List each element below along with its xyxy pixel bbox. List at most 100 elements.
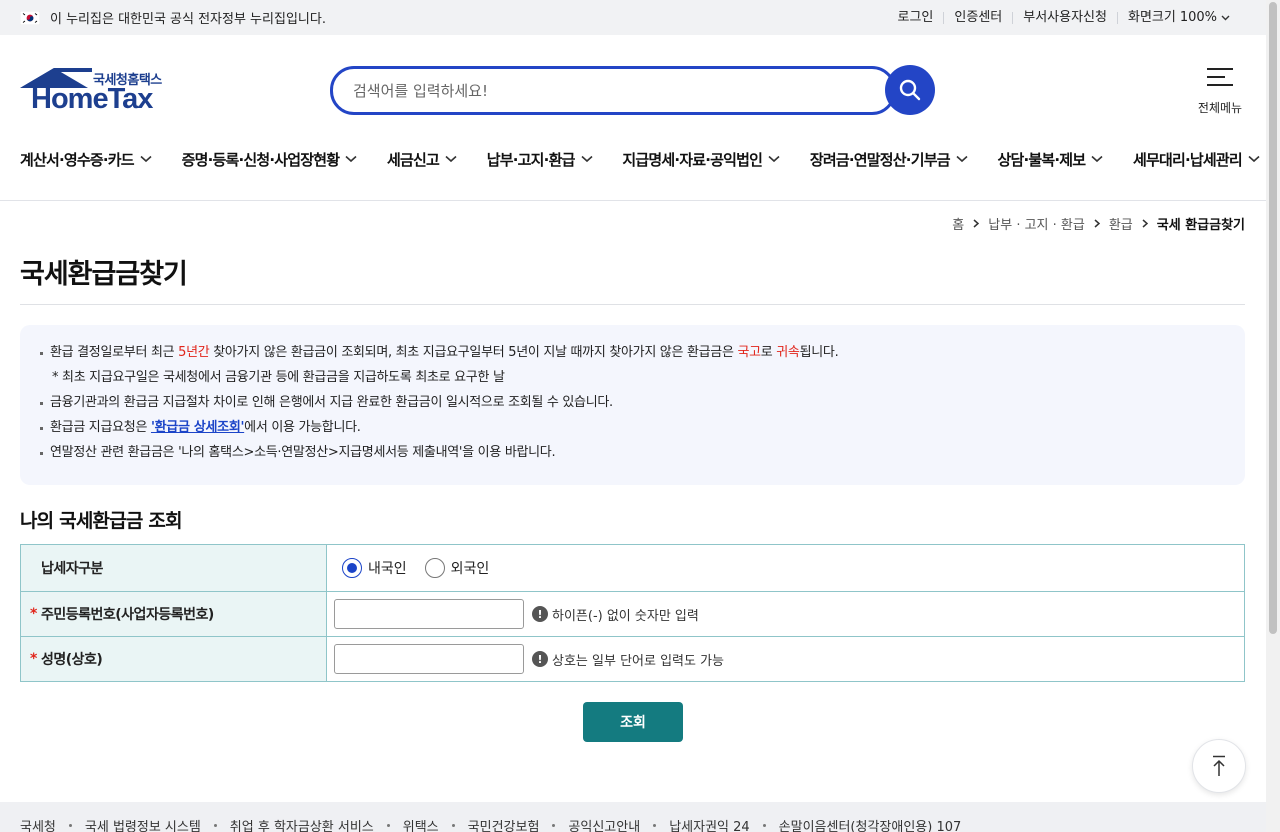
refund-search-form: 납세자구분 내국인 외국인 * 주민등록번호(사업자등록번호) ! 하이픈(-) 없… [20,544,1245,682]
notice-item: 연말정산 관련 환급금은 '나의 홈택스>소득·연말정산>지급명세서등 제출내역… [40,443,1245,468]
search-icon [899,79,921,101]
zoom-control[interactable]: 화면크기 100% [1116,9,1240,25]
nav-payment-statement[interactable]: 지급명세·자료·공익법인 [622,145,780,173]
nav-label: 납부·고지·환급 [486,150,576,169]
domestic-radio-label[interactable]: 내국인 [368,558,407,578]
breadcrumb-payment[interactable]: 납부 · 고지 · 환급 [988,214,1085,233]
nav-label: 세금신고 [387,150,440,169]
taxpayer-type-row: 납세자구분 내국인 외국인 [21,545,1244,592]
foreign-radio[interactable] [424,558,445,578]
breadcrumb-refund[interactable]: 환급 [1109,214,1133,233]
foreign-radio-label[interactable]: 외국인 [451,558,490,578]
notice-box: 환급 결정일로부터 최근 5년간 찾아가지 않은 환급금이 조회되며, 최초 지… [20,325,1245,485]
chevron-down-icon [445,155,457,163]
domestic-radio[interactable] [342,558,362,578]
chevron-right-icon [973,219,980,228]
chevron-down-icon [1221,15,1230,20]
footer-link[interactable]: 손말이음센터(청각장애인용) 107 [779,816,991,832]
logo-title: HomeTax [31,83,153,115]
refund-detail-link[interactable]: '환급금 상세조회' [151,420,245,435]
nav-label: 지급명세·자료·공익법인 [622,150,763,169]
arrow-up-icon [1213,755,1225,776]
search-submit-button[interactable]: 조회 [583,702,683,742]
highlight-text: 5년간 [178,345,210,360]
nav-label: 상담·불복·제보 [997,150,1086,169]
nav-incentive-yearend[interactable]: 장려금·연말정산·기부금 [810,145,968,173]
notice-item: 환급 결정일로부터 최근 5년간 찾아가지 않은 환급금이 조회되며, 최초 지… [40,343,1245,368]
gov-notice-text: 이 누리집은 대한민국 공식 전자정부 누리집입니다. [50,12,326,27]
name-hint: ! 상호는 일부 단어로 입력도 가능 [532,650,724,669]
scrollbar-thumb[interactable] [1269,2,1277,634]
chevron-down-icon [1091,155,1103,163]
id-number-row: * 주민등록번호(사업자등록번호) ! 하이픈(-) 없이 숫자만 입력 [21,592,1244,637]
nav-label: 계산서·영수증·카드 [20,150,135,169]
nav-certificate-registration[interactable]: 증명·등록·신청·사업장현황 [182,145,358,173]
notice-item: 환급금 지급요청은 '환급금 상세조회'에서 이용 가능합니다. [40,418,1245,443]
nav-label: 세무대리·납세관리 [1133,150,1243,169]
name-input[interactable] [334,644,524,674]
hometax-logo[interactable]: 국세청홈택스 HomeTax [20,68,170,116]
footer-link[interactable]: 국세청 [20,816,85,832]
zoom-label: 화면크기 [1127,9,1176,25]
gov-banner: 이 누리집은 대한민국 공식 전자정부 누리집입니다. 로그인 인증센터 부서사… [0,0,1266,35]
korea-flag-icon [20,10,40,25]
page-scrollbar[interactable] [1266,0,1280,832]
required-mark: * [30,606,37,622]
taxpayer-type-radio-group: 내국인 외국인 [334,558,507,578]
chevron-right-icon [1142,219,1148,228]
nav-divider [0,200,1266,201]
hamburger-icon [1207,66,1233,88]
nav-invoice-receipt-card[interactable]: 계산서·영수증·카드 [20,145,152,173]
required-mark: * [30,651,37,667]
chevron-down-icon [956,155,968,163]
nav-tax-agent[interactable]: 세무대리·납세관리 [1133,145,1260,173]
name-row: * 성명(상호) ! 상호는 일부 단어로 입력도 가능 [21,637,1244,681]
footer: 국세청 국세 법령정보 시스템 취업 후 학자금상환 서비스 위택스 국민건강보… [0,802,1266,832]
info-icon: ! [532,651,548,667]
notice-item: 금융기관과의 환급금 지급절차 차이로 인해 은행에서 지급 완료한 환급금이 … [40,393,1245,418]
footer-link[interactable]: 국민건강보험 [468,816,569,832]
cert-center-link[interactable]: 인증센터 [943,11,1012,24]
page-title: 국세환급금찾기 [20,259,188,290]
chevron-down-icon [1248,155,1260,163]
chevron-right-icon [1094,219,1100,228]
footer-link[interactable]: 국세 법령정보 시스템 [85,816,230,832]
footer-link[interactable]: 공익신고안내 [568,816,669,832]
search-input[interactable] [353,81,853,100]
chevron-down-icon [768,155,780,163]
breadcrumb-home[interactable]: 홈 [952,214,964,233]
footer-link[interactable]: 위택스 [403,816,468,832]
footer-links: 국세청 국세 법령정보 시스템 취업 후 학자금상환 서비스 위택스 국민건강보… [20,816,990,832]
breadcrumb-current: 국세 환급금찾기 [1156,218,1245,233]
search-box [330,66,896,115]
id-number-input[interactable] [334,599,524,629]
taxpayer-type-label: 납세자구분 [21,545,327,591]
chevron-down-icon [581,155,593,163]
gov-notice: 이 누리집은 대한민국 공식 전자정부 누리집입니다. [20,0,326,35]
nav-tax-return[interactable]: 세금신고 [387,145,457,173]
zoom-value: 100% [1179,9,1217,25]
all-menu-label: 전체메뉴 [1197,101,1243,115]
nav-consult-appeal[interactable]: 상담·불복·제보 [997,145,1103,173]
nav-payment-refund[interactable]: 납부·고지·환급 [487,145,593,173]
login-link[interactable]: 로그인 [888,11,944,24]
main-nav: 계산서·영수증·카드 증명·등록·신청·사업장현황 세금신고 납부·고지·환급 … [20,145,1260,175]
form-title: 나의 국세환급금 조회 [20,510,183,532]
footer-link[interactable]: 납세자권익 24 [669,816,778,832]
footer-link[interactable]: 취업 후 학자금상환 서비스 [230,816,403,832]
scroll-top-button[interactable] [1192,739,1246,793]
title-divider [20,304,1245,305]
highlight-text: 국고 [737,345,761,360]
chevron-down-icon [345,155,357,163]
breadcrumb: 홈 납부 · 고지 · 환급 환급 국세 환급금찾기 [952,214,1245,233]
search-button[interactable] [885,65,935,115]
dept-user-link[interactable]: 부서사용자신청 [1012,11,1117,24]
util-menu: 로그인 인증센터 부서사용자신청 화면크기 100% [888,0,1240,35]
notice-subitem: * 최초 지급요구일은 국세청에서 금융기관 등에 환급금을 지급하도록 최초로… [52,370,505,385]
id-number-hint: ! 하이픈(-) 없이 숫자만 입력 [532,605,699,624]
nav-label: 증명·등록·신청·사업장현황 [181,150,341,169]
all-menu-button[interactable]: 전체메뉴 [1190,66,1250,116]
name-label: * 성명(상호) [21,637,327,681]
chevron-down-icon [140,155,152,163]
id-number-label: * 주민등록번호(사업자등록번호) [21,592,327,636]
